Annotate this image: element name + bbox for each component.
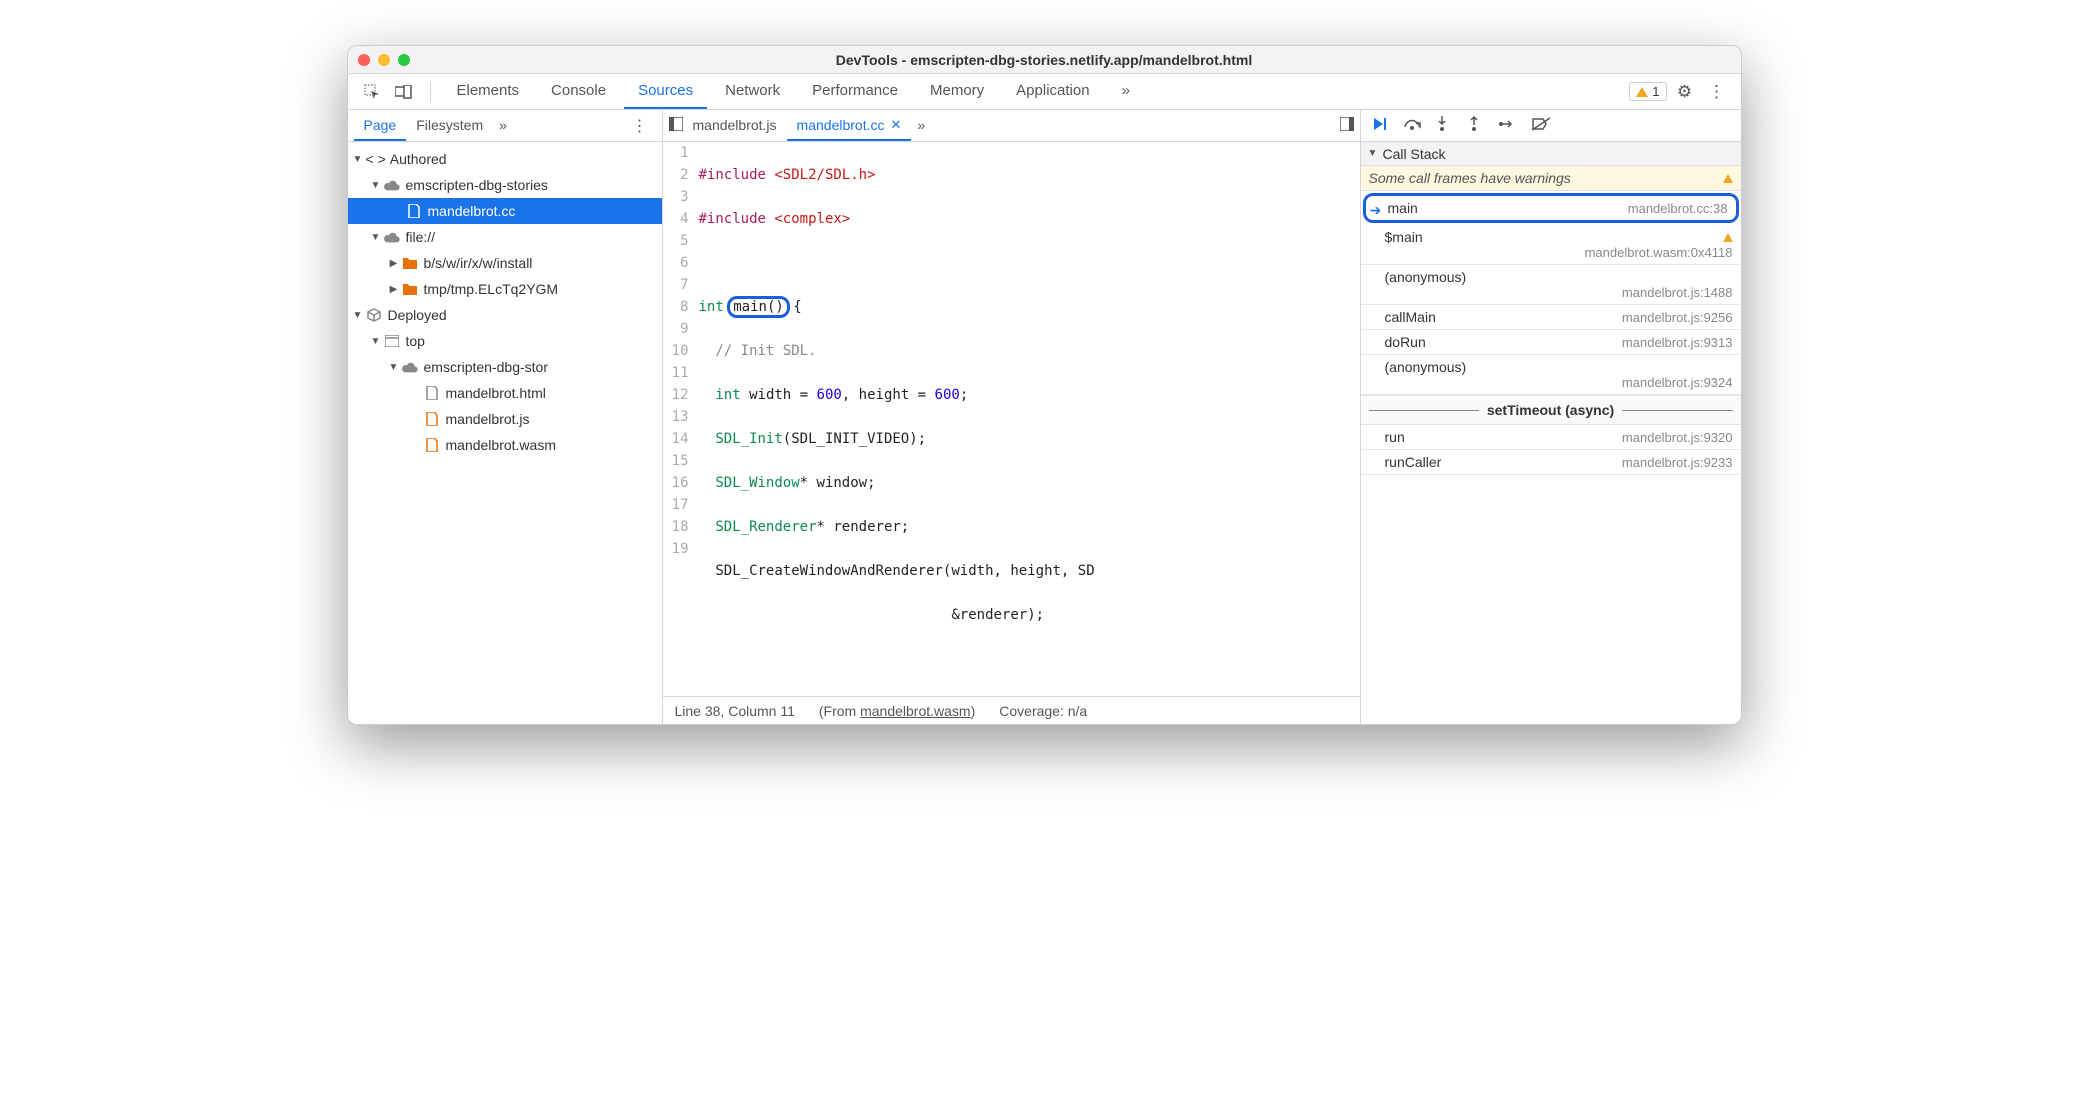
navigator-tab-filesystem[interactable]: Filesystem	[406, 110, 493, 141]
titlebar: DevTools - emscripten-dbg-stories.netlif…	[348, 46, 1741, 74]
disclosure-triangle-icon: ▼	[352, 310, 364, 321]
minimize-window-button[interactable]	[378, 54, 390, 66]
cloud-icon	[384, 229, 400, 245]
tree-origin-emscripten[interactable]: ▼ emscripten-dbg-stories	[348, 172, 662, 198]
editor-panel: mandelbrot.js mandelbrot.cc ✕ » 12345678…	[663, 110, 1361, 724]
tree-origin-file[interactable]: ▼ file://	[348, 224, 662, 250]
disclosure-triangle-icon: ▼	[370, 180, 382, 191]
cube-icon	[366, 307, 382, 323]
disclosure-triangle-icon: ▼	[388, 362, 400, 373]
step-into-icon[interactable]	[1435, 116, 1453, 135]
tree-origin2[interactable]: ▼ emscripten-dbg-stor	[348, 354, 662, 380]
disclosure-triangle-icon: ▶	[388, 284, 400, 295]
window-icon	[384, 333, 400, 349]
code-content: #include <SDL2/SDL.h> #include <complex>…	[699, 142, 1360, 696]
callstack-list: ➔ main mandelbrot.cc:38 $main mandelbrot…	[1361, 191, 1741, 724]
tree-authored[interactable]: ▼ < > Authored	[348, 146, 662, 172]
source-from: (From mandelbrot.wasm)	[819, 703, 975, 719]
warning-icon	[1723, 174, 1733, 183]
tree-folder-tmp[interactable]: ▶ tmp/tmp.ELcTq2YGM	[348, 276, 662, 302]
tab-console[interactable]: Console	[537, 74, 620, 109]
warning-icon	[1636, 87, 1648, 97]
file-icon	[406, 203, 422, 219]
file-tab-mandelbrot-js[interactable]: mandelbrot.js	[683, 110, 787, 141]
warning-icon	[1723, 233, 1733, 242]
current-frame-arrow-icon: ➔	[1370, 202, 1382, 219]
folder-icon	[402, 255, 418, 271]
debugger-panel: ▼ Call Stack Some call frames have warni…	[1361, 110, 1741, 724]
tree-file-js[interactable]: mandelbrot.js	[348, 406, 662, 432]
stack-frame[interactable]: ➔ main mandelbrot.cc:38	[1363, 193, 1739, 223]
tab-network[interactable]: Network	[711, 74, 794, 109]
stack-frame[interactable]: runCaller mandelbrot.js:9233	[1361, 450, 1741, 475]
panel-tabs: Elements Console Sources Network Perform…	[348, 74, 1741, 110]
warning-badge[interactable]: 1	[1629, 82, 1666, 101]
step-icon[interactable]	[1499, 117, 1517, 134]
tree-folder-install[interactable]: ▶ b/s/w/ir/x/w/install	[348, 250, 662, 276]
navigator-panel: Page Filesystem » ⋮ ▼ < > Authored ▼ ems…	[348, 110, 663, 724]
disclosure-triangle-icon: ▼	[370, 336, 382, 347]
file-tab-mandelbrot-cc[interactable]: mandelbrot.cc ✕	[787, 110, 912, 141]
stack-frame[interactable]: run mandelbrot.js:9320	[1361, 425, 1741, 450]
show-navigator-icon[interactable]	[669, 117, 683, 134]
file-tabs-overflow[interactable]: »	[911, 110, 931, 141]
file-tree: ▼ < > Authored ▼ emscripten-dbg-stories …	[348, 142, 662, 724]
window-title: DevTools - emscripten-dbg-stories.netlif…	[836, 52, 1252, 68]
editor-status-bar: Line 38, Column 11 (From mandelbrot.wasm…	[663, 696, 1360, 724]
cloud-icon	[402, 359, 418, 375]
stack-frame[interactable]: doRun mandelbrot.js:9313	[1361, 330, 1741, 355]
close-tab-icon[interactable]: ✕	[890, 117, 901, 133]
line-gutter: 12345678910111213141516171819	[663, 142, 699, 696]
callstack-header[interactable]: ▼ Call Stack	[1361, 142, 1741, 166]
coverage-status: Coverage: n/a	[999, 703, 1087, 719]
async-boundary: setTimeout (async)	[1361, 395, 1741, 425]
stack-frame[interactable]: $main mandelbrot.wasm:0x4118	[1361, 225, 1741, 265]
disclosure-triangle-icon: ▼	[352, 154, 364, 165]
devtools-window: DevTools - emscripten-dbg-stories.netlif…	[347, 45, 1742, 725]
resume-icon[interactable]	[1371, 116, 1389, 135]
tree-file-wasm[interactable]: mandelbrot.wasm	[348, 432, 662, 458]
tree-top[interactable]: ▼ top	[348, 328, 662, 354]
disclosure-triangle-icon: ▶	[388, 258, 400, 269]
close-window-button[interactable]	[358, 54, 370, 66]
file-icon	[424, 437, 440, 453]
step-out-icon[interactable]	[1467, 116, 1485, 135]
debug-controls	[1361, 110, 1741, 142]
tab-elements[interactable]: Elements	[443, 74, 534, 109]
stack-frame[interactable]: (anonymous) mandelbrot.js:1488	[1361, 265, 1741, 305]
step-over-icon[interactable]	[1403, 117, 1421, 134]
deactivate-breakpoints-icon[interactable]	[1531, 117, 1549, 134]
disclosure-triangle-icon: ▼	[370, 232, 382, 243]
inspect-element-icon[interactable]	[358, 78, 386, 106]
tree-file-mandelbrot-cc[interactable]: mandelbrot.cc	[348, 198, 662, 224]
device-toolbar-icon[interactable]	[390, 78, 418, 106]
navigator-tabs: Page Filesystem » ⋮	[348, 110, 662, 142]
maximize-window-button[interactable]	[398, 54, 410, 66]
show-debugger-icon[interactable]	[1340, 117, 1354, 134]
tabs-overflow[interactable]: »	[1108, 74, 1144, 109]
tab-application[interactable]: Application	[1002, 74, 1103, 109]
tab-sources[interactable]: Sources	[624, 74, 707, 109]
tab-performance[interactable]: Performance	[798, 74, 912, 109]
more-menu-icon[interactable]: ⋮	[1703, 78, 1731, 106]
file-icon	[424, 411, 440, 427]
tree-deployed[interactable]: ▼ Deployed	[348, 302, 662, 328]
file-icon	[424, 385, 440, 401]
navigator-more-icon[interactable]: ⋮	[624, 116, 656, 136]
code-editor[interactable]: 12345678910111213141516171819 #include <…	[663, 142, 1360, 696]
source-from-link[interactable]: mandelbrot.wasm	[860, 703, 971, 719]
tree-file-html[interactable]: mandelbrot.html	[348, 380, 662, 406]
callstack-warning: Some call frames have warnings	[1361, 166, 1741, 191]
cursor-position: Line 38, Column 11	[675, 703, 795, 719]
folder-icon	[402, 281, 418, 297]
stack-frame[interactable]: (anonymous) mandelbrot.js:9324	[1361, 355, 1741, 395]
settings-icon[interactable]: ⚙	[1671, 78, 1699, 106]
stack-frame[interactable]: callMain mandelbrot.js:9256	[1361, 305, 1741, 330]
tab-memory[interactable]: Memory	[916, 74, 998, 109]
cloud-icon	[384, 177, 400, 193]
navigator-tab-page[interactable]: Page	[354, 110, 407, 141]
disclosure-triangle-icon: ▼	[1367, 148, 1379, 159]
file-tabs: mandelbrot.js mandelbrot.cc ✕ »	[663, 110, 1360, 142]
navigator-tabs-overflow[interactable]: »	[493, 110, 513, 141]
